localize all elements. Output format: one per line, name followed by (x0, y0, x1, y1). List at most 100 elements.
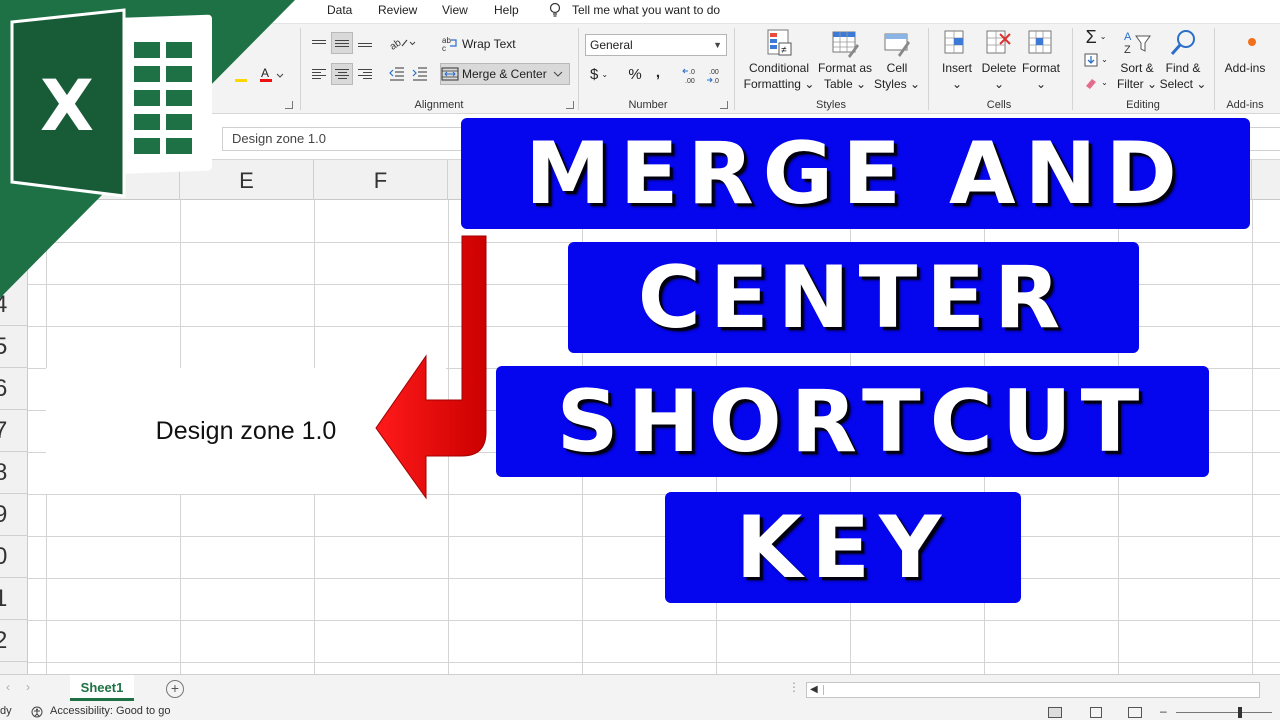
percent-symbol: % (628, 66, 642, 83)
magnifier-icon (1170, 30, 1195, 55)
accessibility-icon[interactable] (31, 706, 45, 718)
find-select-label-2: Select ⌄ (1159, 77, 1207, 91)
number-dialog-launcher[interactable] (720, 101, 728, 109)
cell-styles-icon (884, 33, 910, 57)
sort-filter-label-2: Filter ⌄ (1116, 77, 1158, 91)
cell-styles-label-1: Cell (886, 61, 908, 75)
menu-view[interactable]: View (442, 0, 468, 20)
scroll-left-icon[interactable]: ‹ (6, 680, 10, 694)
percent-button[interactable]: % (624, 64, 646, 86)
merge-center-button[interactable]: Merge & Center (440, 63, 570, 85)
increase-indent-icon (412, 67, 427, 81)
align-top-icon (312, 39, 326, 47)
format-as-table-label-2: Table ⌄ (823, 77, 867, 91)
row-header[interactable]: 1 (0, 578, 28, 620)
wrap-text-button[interactable]: ab c Wrap Text (440, 33, 520, 55)
align-left-icon (312, 69, 326, 79)
decrease-indent-button[interactable] (386, 63, 408, 85)
format-as-table-label-1: Format as (817, 61, 872, 75)
conditional-formatting-label-2: Formatting ⌄ (743, 77, 815, 91)
align-right-icon (358, 69, 372, 79)
add-sheet-icon[interactable]: + (166, 680, 184, 698)
alignment-dialog-launcher[interactable] (566, 101, 574, 109)
page-break-view-icon[interactable] (1128, 707, 1142, 718)
row-header[interactable]: 2 (0, 620, 28, 662)
row-header[interactable]: 0 (0, 536, 28, 578)
align-bottom-icon (358, 40, 372, 47)
row-header[interactable]: 9 (0, 494, 28, 536)
accessibility-status[interactable]: Accessibility: Good to go (50, 705, 170, 717)
format-as-table-button[interactable]: Format as Table ⌄ (816, 28, 874, 92)
splitter-handle-icon[interactable]: ⋮ (788, 680, 800, 694)
align-middle-icon (335, 39, 349, 47)
column-header-f[interactable]: F (314, 160, 448, 200)
title-text-2: CENTER (637, 247, 1070, 348)
scrollbar-divider (823, 685, 824, 695)
chevron-down-icon: ⌄ (1099, 32, 1107, 41)
wrap-text-icon: ab c (442, 36, 457, 52)
page-layout-view-icon[interactable] (1090, 707, 1102, 718)
zoom-out-icon[interactable]: – (1160, 704, 1167, 718)
normal-view-icon[interactable] (1048, 707, 1062, 718)
format-button[interactable]: Format ⌄ (1020, 28, 1062, 92)
svg-text:.0: .0 (689, 69, 695, 76)
fill-button[interactable]: ⌄ (1080, 49, 1112, 71)
align-right-button[interactable] (354, 63, 376, 85)
align-middle-button[interactable] (331, 32, 353, 54)
align-bottom-button[interactable] (354, 32, 376, 54)
cell-styles-button[interactable]: Cell Styles ⌄ (874, 28, 920, 92)
conditional-formatting-button[interactable]: ≠ Conditional Formatting ⌄ (742, 28, 816, 92)
currency-button[interactable]: $ ⌄ (586, 64, 612, 86)
decrease-decimal-button[interactable]: .00 .0 (704, 64, 726, 86)
row-header[interactable]: 5 (0, 326, 28, 368)
cells-group-label: Cells (986, 99, 1012, 111)
svg-text:ab: ab (388, 37, 404, 51)
row-header[interactable]: 6 (0, 368, 28, 410)
sort-filter-button[interactable]: A Z Sort & Filter ⌄ (1114, 28, 1160, 92)
find-select-label-1: Find & (1165, 61, 1201, 75)
horizontal-scrollbar[interactable]: ◀ (806, 682, 1260, 698)
add-ins-button[interactable]: Add-ins (1220, 28, 1270, 76)
find-select-button[interactable]: Find & Select ⌄ (1160, 28, 1206, 92)
format-as-table-icon (832, 31, 859, 58)
autosum-button[interactable]: Σ ⌄ (1080, 26, 1112, 48)
decrease-decimal-icon: .00 .0 (707, 69, 719, 84)
menu-review[interactable]: Review (378, 0, 417, 20)
increase-decimal-button[interactable]: .0 .00 (680, 64, 702, 86)
status-bar: dy Accessibility: Good to go – (0, 704, 1280, 720)
excel-logo: X (0, 0, 295, 298)
clear-button[interactable]: ⌄ (1080, 72, 1112, 94)
align-center-button[interactable] (331, 63, 353, 85)
delete-button[interactable]: Delete ⌄ (978, 28, 1020, 92)
title-line-2: CENTER (568, 242, 1139, 353)
comma-style-button[interactable]: , (648, 62, 668, 84)
zoom-slider-thumb[interactable] (1238, 707, 1242, 718)
merge-center-label: Merge & Center (462, 67, 547, 81)
menu-data[interactable]: Data (327, 0, 352, 20)
increase-indent-button[interactable] (409, 63, 431, 85)
orientation-icon: ab (388, 37, 416, 51)
styles-group-label: Styles (816, 99, 846, 111)
add-ins-group-label: Add-ins (1226, 99, 1264, 111)
align-left-button[interactable] (308, 63, 330, 85)
orientation-button[interactable]: ab (386, 32, 418, 54)
align-top-button[interactable] (308, 32, 330, 54)
row-header[interactable]: 8 (0, 452, 28, 494)
add-ins-label: Add-ins (1224, 61, 1266, 75)
merge-center-icon (441, 67, 459, 81)
menu-help[interactable]: Help (494, 0, 519, 20)
comma-symbol: , (655, 64, 661, 81)
svg-text:.0: .0 (713, 78, 719, 84)
number-format-select[interactable]: General ▼ (585, 34, 727, 56)
scroll-left-arrow-icon[interactable]: ◀ (810, 683, 818, 697)
format-label: Format (1021, 61, 1060, 75)
tell-me-search[interactable]: Tell me what you want to do (548, 0, 720, 20)
svg-text:c: c (442, 44, 446, 52)
row-header[interactable]: 7 (0, 410, 28, 452)
scroll-right-icon[interactable]: › (26, 680, 30, 694)
sheet-tab-sheet1[interactable]: Sheet1 (70, 675, 134, 701)
insert-button[interactable]: Insert ⌄ (936, 28, 978, 92)
tell-me-label: Tell me what you want to do (572, 3, 721, 17)
chevron-down-icon: ⌄ (1035, 77, 1047, 91)
zoom-slider[interactable] (1176, 712, 1272, 713)
